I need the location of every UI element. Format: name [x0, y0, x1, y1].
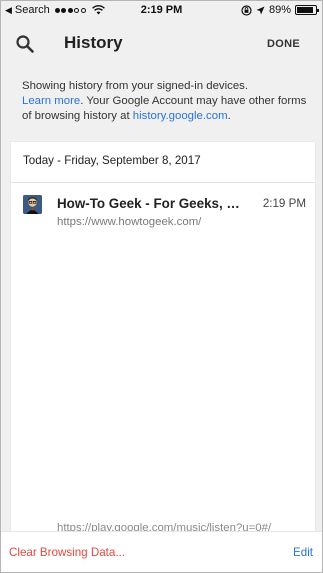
- clear-browsing-data-button[interactable]: Clear Browsing Data...: [9, 546, 125, 559]
- rotation-lock-icon: [241, 4, 252, 16]
- battery-percentage: 89%: [268, 4, 291, 16]
- history-info-text: Showing history from your signed-in devi…: [22, 79, 312, 124]
- screen: ◀ Search 2:19 PM 89% History DONE Showin…: [0, 0, 323, 573]
- status-bar: ◀ Search 2:19 PM 89%: [1, 1, 322, 21]
- done-button[interactable]: DONE: [267, 38, 300, 50]
- date-section-header: Today - Friday, September 8, 2017: [23, 154, 201, 167]
- entry-title: How-To Geek - For Geeks, By Geeks: [57, 196, 243, 211]
- location-arrow-icon: [256, 6, 265, 14]
- site-favicon-icon: [23, 195, 42, 214]
- edit-button[interactable]: Edit: [293, 546, 313, 559]
- app-header: History DONE: [1, 21, 322, 69]
- page-title: History: [64, 33, 123, 52]
- search-icon[interactable]: [15, 34, 35, 54]
- history-entry[interactable]: How-To Geek - For Geeks, By Geeks 2:19 P…: [21, 192, 306, 232]
- divider: [11, 182, 315, 183]
- learn-more-link[interactable]: Learn more: [22, 95, 80, 107]
- history-list: Today - Friday, September 8, 2017 How-To…: [11, 142, 315, 572]
- status-bar-right: 89%: [241, 4, 319, 16]
- info-text-3: .: [227, 110, 231, 122]
- entry-url: https://www.howtogeek.com/: [57, 216, 202, 228]
- entry-time: 2:19 PM: [262, 197, 306, 210]
- battery-icon: [295, 5, 319, 15]
- bottom-toolbar: Clear Browsing Data... Edit: [1, 531, 322, 572]
- info-text-1: Showing history from your signed-in devi…: [22, 80, 249, 92]
- history-google-link[interactable]: history.google.com: [133, 110, 228, 122]
